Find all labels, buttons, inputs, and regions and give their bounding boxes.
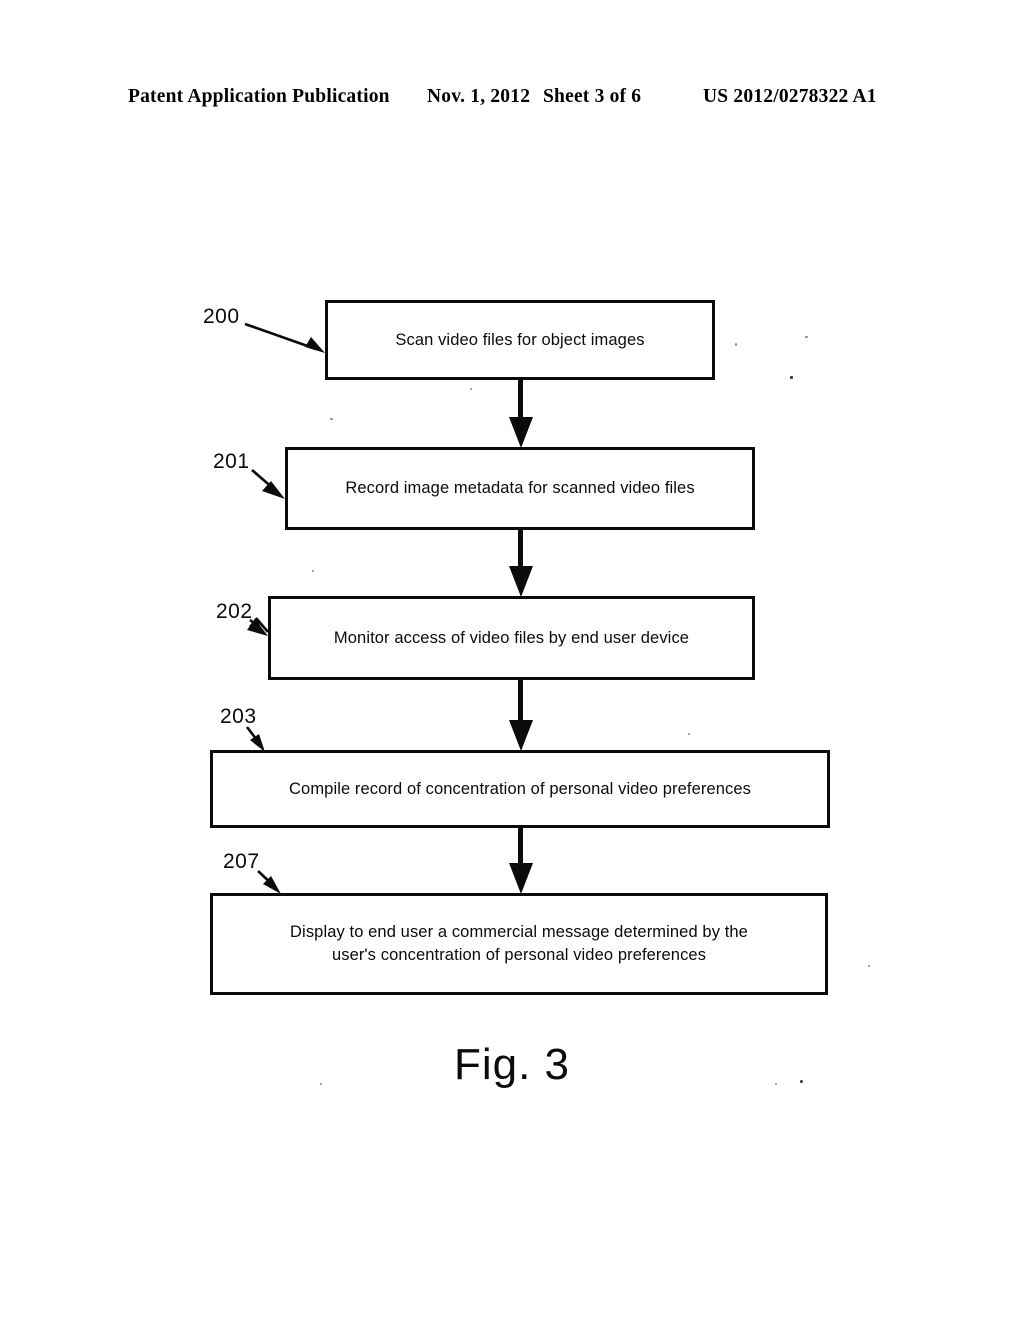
- flowchart-step-207-line-2: user's concentration of personal video p…: [331, 946, 707, 964]
- connector-arrow-201-to-202: [509, 530, 533, 597]
- flowchart-step-207-label: Display to end user a commercial message…: [276, 921, 762, 967]
- flowchart-step-207: Display to end user a commercial message…: [210, 893, 828, 995]
- reference-numeral-201: 201: [213, 450, 250, 473]
- flowchart-step-201: Record image metadata for scanned video …: [285, 447, 755, 530]
- header-sheet-label: Sheet 3 of 6: [543, 86, 642, 107]
- figure-caption: Fig. 3: [453, 1040, 571, 1089]
- scan-speckle: [320, 1083, 322, 1085]
- flowchart-step-203: Compile record of concentration of perso…: [210, 750, 830, 828]
- flowchart-step-202-label: Monitor access of video files by end use…: [333, 628, 690, 647]
- header-publication-label: Patent Application Publication: [128, 86, 390, 107]
- scan-speckle: [775, 1083, 777, 1085]
- flowchart-step-200-label: Scan video files for object images: [395, 330, 645, 349]
- connector-arrow-203-to-207: [509, 828, 533, 894]
- header-document-number: US 2012/0278322 A1: [703, 86, 877, 107]
- flowchart-step-203-label: Compile record of concentration of perso…: [289, 779, 751, 798]
- connector-arrow-202-to-203: [509, 680, 533, 751]
- scan-speckle: [312, 570, 314, 572]
- scan-speckle: [790, 376, 793, 379]
- flowchart-step-201-label: Record image metadata for scanned video …: [345, 479, 695, 498]
- scan-speckle: [805, 336, 808, 338]
- arrow-head-icon: [509, 566, 533, 597]
- reference-numeral-207: 207: [223, 850, 260, 873]
- arrow-stem: [518, 380, 523, 418]
- scan-speckle: [868, 965, 870, 967]
- page-running-header: Patent Application Publication Nov. 1, 2…: [0, 86, 1024, 112]
- arrow-head-icon: [509, 720, 533, 751]
- reference-numeral-203: 203: [220, 705, 257, 728]
- reference-numeral-200: 200: [203, 305, 240, 328]
- flowchart-step-207-line-1: Display to end user a commercial message…: [290, 923, 748, 942]
- connector-arrow-200-to-201: [509, 380, 533, 448]
- scan-speckle: [470, 388, 472, 390]
- arrow-stem: [518, 828, 523, 864]
- scan-speckle: [800, 1080, 803, 1083]
- scan-speckle: [330, 418, 333, 420]
- arrow-stem: [518, 680, 523, 721]
- patent-figure-page: Patent Application Publication Nov. 1, 2…: [0, 0, 1024, 1320]
- scan-speckle: [688, 733, 690, 735]
- arrow-head-icon: [509, 417, 533, 448]
- reference-numeral-202: 202: [216, 600, 253, 623]
- flowchart-step-202: Monitor access of video files by end use…: [268, 596, 755, 680]
- header-date-label: Nov. 1, 2012: [427, 86, 531, 107]
- arrow-head-icon: [509, 863, 533, 894]
- scan-speckle: [735, 343, 737, 346]
- arrow-stem: [518, 530, 523, 567]
- flowchart-step-200: Scan video files for object images: [325, 300, 715, 380]
